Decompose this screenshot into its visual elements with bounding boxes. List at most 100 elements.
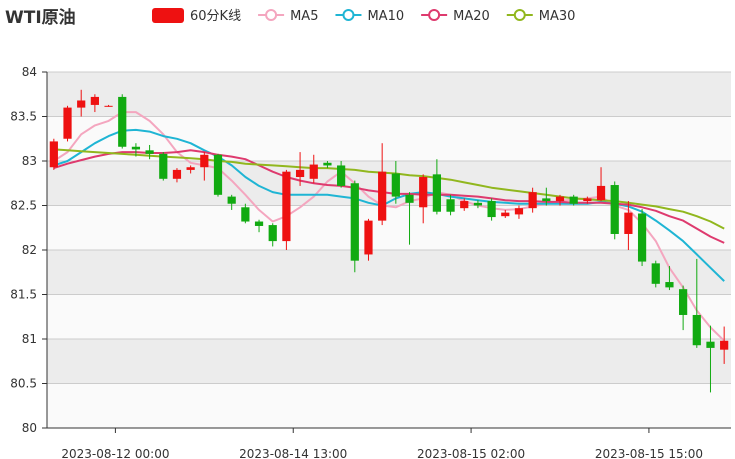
candle-body	[323, 162, 332, 166]
candle-body	[473, 202, 483, 206]
candle-body	[487, 201, 496, 218]
candle	[637, 209, 647, 267]
plot-band	[47, 339, 731, 384]
y-tick-label: 83	[22, 154, 37, 168]
legend-label: MA10	[367, 9, 404, 24]
legend-label: MA30	[539, 9, 576, 24]
x-tick-label: 2023-08-15 02:00	[417, 447, 525, 459]
candle-body	[337, 165, 346, 186]
candle-body	[63, 107, 72, 139]
candle-body	[90, 96, 99, 105]
candle-body	[569, 196, 578, 204]
y-tick-label: 80	[22, 421, 37, 435]
candle-body	[309, 164, 318, 179]
legend[interactable]: 60分K线 MA5 MA10 MA20 MA30	[152, 8, 575, 24]
candle-body	[665, 282, 674, 288]
candle-body	[679, 289, 688, 315]
chart-container: WTI原油 60分K线 MA5 MA10 MA20 MA30 80 80.5 81 81.5 8…	[0, 0, 735, 459]
plot-band	[47, 250, 731, 295]
candle	[213, 153, 223, 197]
legend-swatch	[152, 8, 184, 23]
chart-title: WTI原油	[5, 7, 76, 28]
y-tick-label: 83.5	[10, 110, 37, 124]
candle	[610, 181, 619, 240]
candle-body	[241, 207, 250, 222]
legend-label: 60分K线	[190, 9, 241, 24]
candle-body	[131, 146, 141, 150]
x-tick-label: 2023-08-15 15:00	[595, 447, 703, 459]
candle-body	[624, 212, 633, 234]
candle-body	[254, 221, 264, 226]
candle-body	[104, 105, 113, 107]
candle	[159, 152, 168, 181]
candle-body	[501, 212, 510, 217]
candle-body	[159, 153, 168, 179]
candle-body	[610, 185, 619, 234]
candle	[364, 218, 373, 261]
legend-label: MA20	[453, 9, 490, 24]
candle-body	[268, 225, 277, 242]
y-tick-label: 81.5	[10, 288, 37, 302]
candle-body	[720, 340, 729, 350]
candle-body	[49, 141, 58, 168]
legend-swatch-dot	[342, 9, 355, 21]
y-tick-label: 84	[22, 65, 37, 79]
y-tick-label: 82	[22, 243, 37, 257]
candle-body	[542, 198, 551, 202]
candle	[49, 138, 58, 170]
candle-body	[419, 177, 428, 208]
candle-body	[172, 169, 182, 179]
legend-item-ma30[interactable]: MA30	[506, 9, 576, 24]
candle	[651, 260, 660, 288]
legend-swatch-dot	[265, 9, 278, 21]
legend-item-ma5[interactable]: MA5	[258, 9, 318, 24]
x-tick-label: 2023-08-12 00:00	[61, 447, 169, 459]
plot-band	[47, 161, 731, 206]
candle-body	[555, 196, 565, 202]
candle-body	[77, 100, 86, 108]
candle-body	[514, 208, 524, 215]
legend-label: MA5	[290, 9, 318, 24]
y-tick-label: 80.5	[10, 377, 37, 391]
legend-swatch-dot	[513, 9, 526, 21]
candle-body	[200, 154, 209, 168]
candle-body	[282, 171, 291, 242]
candle-body	[145, 150, 154, 154]
candle-body	[378, 171, 387, 221]
candle-body	[391, 173, 400, 197]
legend-swatch-dot	[428, 9, 441, 21]
candle-body	[692, 314, 701, 346]
candle-body	[186, 167, 195, 170]
candle-body	[118, 96, 127, 147]
candle-body	[460, 201, 469, 209]
legend-item-ma10[interactable]: MA10	[335, 9, 404, 24]
candle-body	[405, 194, 414, 203]
candle	[350, 180, 359, 273]
candle	[118, 94, 127, 149]
candle-body	[227, 196, 236, 204]
candle-body	[706, 341, 715, 348]
candle-body	[446, 199, 455, 212]
candle-body	[651, 263, 660, 284]
candlestick-chart: WTI原油 60分K线 MA5 MA10 MA20 MA30 8080.58181.58…	[5, 7, 731, 459]
candle-body	[364, 220, 373, 255]
x-tick-label: 2023-08-14 13:00	[239, 447, 347, 459]
legend-item-ma20[interactable]: MA20	[421, 9, 490, 24]
candle-body	[295, 169, 305, 178]
candle-body	[637, 213, 647, 262]
candle-body	[528, 192, 537, 209]
plot-band	[47, 383, 731, 428]
candle	[63, 105, 72, 142]
legend-item-60分k线[interactable]: 60分K线	[152, 8, 241, 24]
y-tick-label: 82.5	[10, 199, 37, 213]
y-tick-label: 81	[22, 332, 37, 346]
candle-body	[350, 183, 359, 261]
y-axis: 80 80.5 81 81.5 82 82.5 83 83.5 84	[10, 65, 48, 435]
candle-body	[583, 198, 592, 202]
x-axis: 2023-08-12 00:00 2023-08-14 13:00 2023-08-…	[47, 427, 731, 459]
candle-body	[596, 185, 606, 201]
plot-band	[47, 294, 731, 339]
plot-band	[47, 72, 731, 117]
candle-body	[432, 174, 441, 212]
candle	[282, 169, 291, 250]
